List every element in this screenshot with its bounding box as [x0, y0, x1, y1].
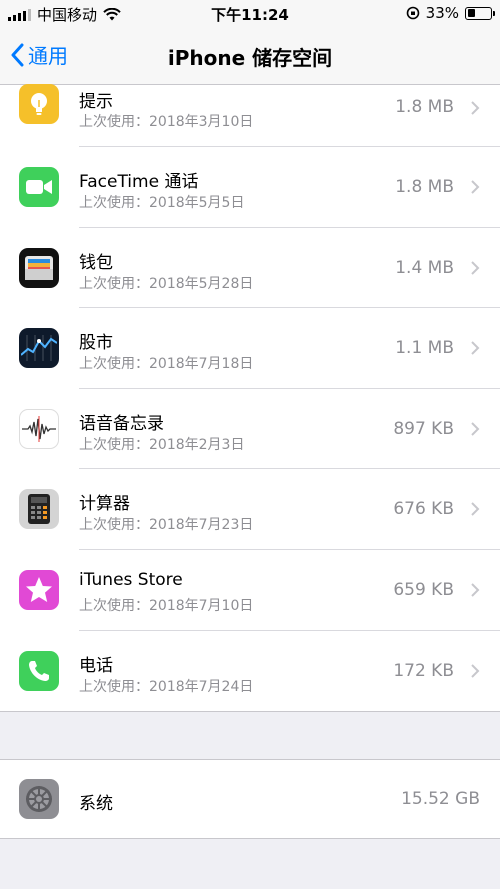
app-size: 1.8 MB [395, 177, 454, 197]
last-used: 上次使用：2018年5月28日 [79, 275, 254, 292]
chevron-right-icon [471, 502, 480, 517]
list-item[interactable]: 语音备忘录 上次使用：2018年2月3日 897 KB [0, 389, 500, 470]
system-label: 系统 [79, 794, 113, 814]
app-name: 电话 [79, 655, 113, 676]
app-size: 659 KB [393, 579, 454, 600]
calculator-icon [19, 489, 59, 530]
chevron-right-icon [471, 583, 480, 597]
orientation-lock-icon [406, 6, 419, 20]
last-used: 上次使用：2018年5月5日 [79, 195, 245, 211]
battery-icon [465, 6, 495, 20]
last-used: 上次使用：2018年7月10日 [79, 597, 254, 614]
app-storage-list: 提示 上次使用：2018年3月10日 1.8 MB FaceTime 通话 上次… [0, 84, 500, 713]
list-item[interactable]: 提示 上次使用：2018年3月10日 1.8 MB [0, 84, 500, 147]
stocks-icon [19, 328, 59, 369]
itunes-store-icon [19, 569, 59, 610]
list-item[interactable]: iTunes Store 上次使用：2018年7月10日 659 KB [0, 550, 500, 631]
list-item[interactable]: 计算器 上次使用：2018年7月23日 676 KB [0, 469, 500, 550]
chevron-right-icon [471, 101, 480, 115]
voice-memos-icon [19, 408, 59, 449]
chevron-right-icon [471, 260, 480, 275]
last-used: 上次使用：2018年7月18日 [79, 356, 254, 373]
app-name: 提示 [79, 92, 113, 112]
wallet-icon [19, 247, 59, 288]
list-item[interactable]: 股市 上次使用：2018年7月18日 1.1 MB [0, 308, 500, 389]
settings-gear-icon [19, 779, 59, 819]
system-storage-row: 系统 15.52 GB [0, 759, 500, 839]
chevron-right-icon [471, 663, 480, 678]
facetime-icon [19, 167, 59, 207]
last-used: 上次使用：2018年3月10日 [79, 114, 254, 130]
app-name: 钱包 [79, 252, 113, 273]
list-item[interactable]: 电话 上次使用：2018年7月24日 172 KB [0, 631, 500, 712]
list-item[interactable]: FaceTime 通话 上次使用：2018年5月5日 1.8 MB [0, 147, 500, 228]
app-size: 172 KB [393, 660, 454, 681]
last-used: 上次使用：2018年2月3日 [79, 436, 245, 453]
app-name: 股市 [79, 333, 113, 354]
tips-icon [19, 84, 59, 124]
app-size: 897 KB [393, 418, 454, 439]
app-name: iTunes Store [79, 569, 183, 590]
page-title: iPhone 储存空间 [167, 46, 333, 70]
chevron-right-icon [471, 341, 480, 355]
app-size: 1.8 MB [395, 97, 454, 117]
status-bar: 中国移动 下午11:24 33% [0, 0, 500, 28]
battery-percent: 33% [425, 4, 459, 22]
app-size: 1.1 MB [395, 338, 454, 359]
last-used: 上次使用：2018年7月24日 [79, 678, 254, 695]
last-used: 上次使用：2018年7月23日 [79, 517, 254, 534]
app-size: 676 KB [393, 499, 454, 520]
app-name: 语音备忘录 [79, 413, 164, 434]
phone-icon [19, 650, 59, 691]
system-size: 15.52 GB [401, 789, 480, 809]
chevron-right-icon [471, 180, 480, 194]
app-name: FaceTime 通话 [79, 172, 199, 192]
chevron-right-icon [471, 422, 480, 436]
app-size: 1.4 MB [395, 257, 454, 278]
list-item[interactable]: 钱包 上次使用：2018年5月28日 1.4 MB [0, 228, 500, 309]
app-name: 计算器 [79, 494, 130, 515]
navigation-bar: 通用 iPhone 储存空间 [0, 28, 500, 85]
